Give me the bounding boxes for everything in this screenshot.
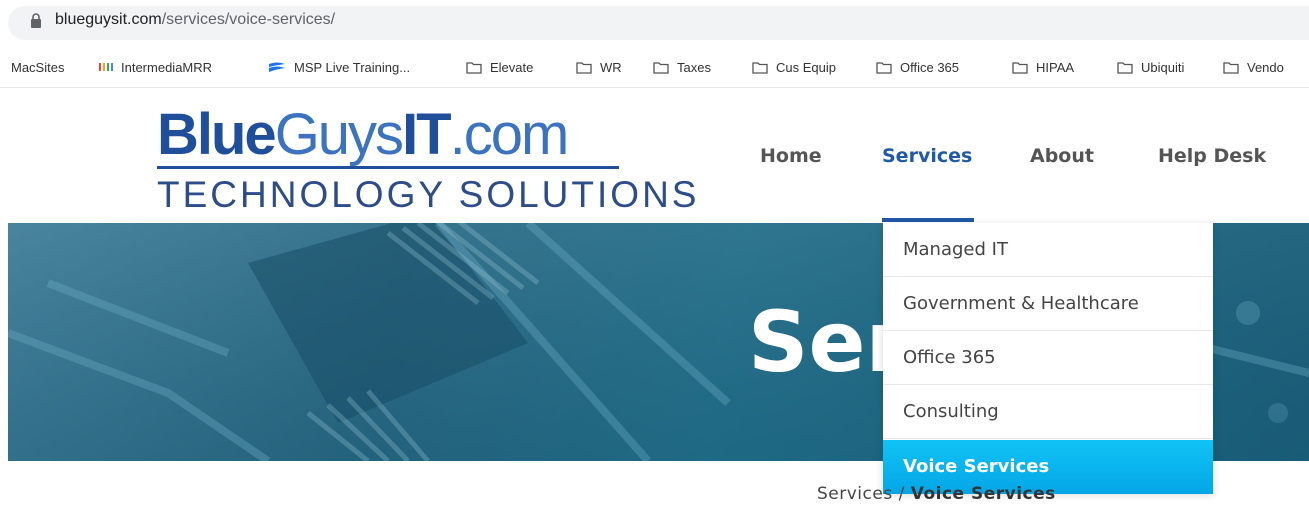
folder-icon: [576, 61, 592, 74]
bookmark-label: Office 365: [900, 59, 960, 75]
menu-item-managed-it[interactable]: Managed IT: [883, 223, 1213, 277]
bookmark-vendo[interactable]: Vendo: [1223, 56, 1284, 78]
nav-about[interactable]: About: [1030, 145, 1094, 167]
breadcrumb-current: Voice Services: [910, 484, 1056, 504]
folder-icon: [1012, 61, 1028, 74]
bookmark-label: Ubiquiti: [1141, 59, 1185, 75]
bookmark-label: IntermediaMRR: [121, 59, 213, 75]
nav-services[interactable]: Services: [882, 145, 972, 167]
lock-icon: [31, 13, 41, 28]
bookmark-hipaa[interactable]: HIPAA: [1012, 56, 1074, 78]
bookmark-label: MacSites: [11, 59, 65, 75]
breadcrumb-parent[interactable]: Services: [817, 484, 893, 504]
bookmark-label: MSP Live Training...: [294, 59, 411, 75]
bookmark-ubiquiti[interactable]: Ubiquiti: [1117, 56, 1184, 78]
logo-wordmark: BlueGuysIT.com: [157, 102, 569, 167]
bookmark-intermediamrr[interactable]: IntermediaMRR: [99, 56, 212, 78]
logo-divider: [157, 166, 619, 169]
bookmark-label: Vendo: [1247, 59, 1284, 75]
bookmark-label: Elevate: [490, 59, 534, 75]
bookmark-office-365[interactable]: Office 365: [876, 56, 959, 78]
menu-item-government-healthcare[interactable]: Government & Healthcare: [883, 277, 1213, 331]
site-logo[interactable]: BlueGuysIT.com TECHNOLOGY SOLUTIONS: [157, 102, 696, 216]
bookmark-label: HIPAA: [1036, 59, 1075, 75]
bookmark-label: Taxes: [677, 59, 711, 75]
wave-icon: [269, 62, 285, 72]
folder-icon: [1223, 61, 1239, 74]
breadcrumb: Services / Voice Services: [817, 484, 1056, 504]
logo-tagline: TECHNOLOGY SOLUTIONS: [157, 174, 700, 215]
bars-icon: [99, 63, 113, 71]
folder-icon: [752, 61, 768, 74]
breadcrumb-separator: /: [898, 484, 905, 504]
folder-icon: [1117, 61, 1133, 74]
nav-help-desk[interactable]: Help Desk: [1158, 145, 1266, 167]
menu-item-office-365[interactable]: Office 365: [883, 331, 1213, 385]
nav-home[interactable]: Home: [760, 145, 822, 167]
folder-icon: [466, 61, 482, 74]
folder-icon: [876, 61, 892, 74]
bookmark-msp-live-training[interactable]: MSP Live Training...: [268, 56, 410, 78]
bookmark-macsites[interactable]: MacSites: [11, 56, 64, 78]
bookmark-wr[interactable]: WR: [576, 56, 622, 78]
address-bar: blueguysit.com/services/voice-services/: [0, 0, 1309, 44]
url-text[interactable]: blueguysit.com/services/voice-services/: [55, 11, 335, 29]
nav-active-indicator: [882, 218, 974, 222]
bookmark-label: Cus Equip: [776, 59, 836, 75]
menu-item-consulting[interactable]: Consulting: [883, 385, 1213, 439]
services-dropdown-menu: Managed IT Government & Healthcare Offic…: [883, 223, 1213, 494]
folder-icon: [653, 61, 669, 74]
bookmark-label: WR: [600, 59, 622, 75]
bookmark-taxes[interactable]: Taxes: [653, 56, 711, 78]
bookmark-elevate[interactable]: Elevate: [466, 56, 533, 78]
bookmark-cus-equip[interactable]: Cus Equip: [752, 56, 836, 78]
bookmarks-bar: MacSites IntermediaMRR MSP Live Training…: [0, 46, 1309, 88]
